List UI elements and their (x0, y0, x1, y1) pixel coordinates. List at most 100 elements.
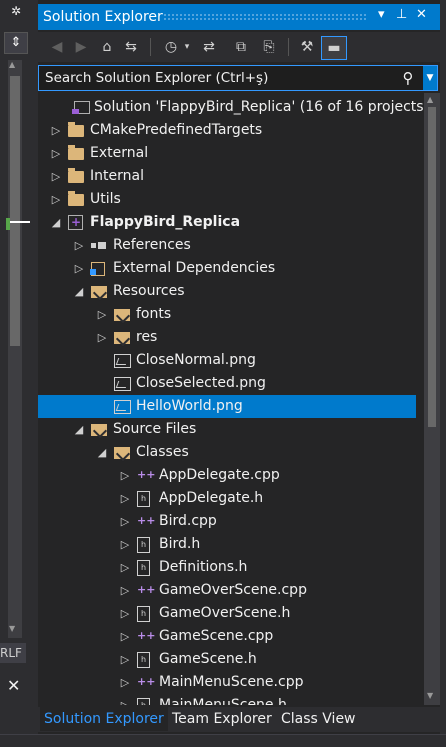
tab-solution-explorer[interactable]: Solution Explorer (40, 707, 168, 731)
left-scroll-down-icon[interactable]: ▼ (9, 624, 15, 633)
expand-arrow-icon[interactable]: ▷ (119, 602, 131, 625)
tree-item[interactable]: ▷ h Definitions.h (38, 556, 416, 579)
panel-titlebar[interactable]: Solution Explorer ▾ ⊥ ✕ (38, 4, 440, 30)
tree-item[interactable]: ▷ ++ GameOverScene.cpp (38, 579, 416, 602)
header-file-icon: h (137, 652, 150, 668)
collapse-arrow-icon[interactable]: ◢ (73, 418, 85, 441)
scroll-down-icon[interactable]: ▼ (427, 691, 433, 700)
tree-item[interactable]: ▷ h MainMenuScene.h (38, 694, 416, 705)
tree-item[interactable]: ▷ ++ Bird.cpp (38, 510, 416, 533)
expand-arrow-icon[interactable]: ▷ (119, 464, 131, 487)
wrench-icon[interactable]: ⚒ (296, 36, 318, 58)
expand-arrow-icon[interactable]: ▷ (119, 556, 131, 579)
tree-item[interactable]: CloseSelected.png (38, 372, 416, 395)
back-icon[interactable]: ◀ (46, 36, 68, 58)
switch-views-icon[interactable]: ⇆ (120, 36, 142, 58)
tree-item[interactable]: ▷ References (38, 234, 416, 257)
expand-arrow-icon[interactable]: ▷ (119, 671, 131, 694)
expand-arrow-icon[interactable]: ▷ (50, 188, 62, 211)
tree-item[interactable]: ▷ ++ GameScene.cpp (38, 625, 416, 648)
tree-item[interactable]: ▷ External (38, 142, 416, 165)
tree-scrollbar-thumb[interactable] (428, 107, 436, 427)
tree-item[interactable]: ▷ External Dependencies (38, 257, 416, 280)
line-ending-indicator[interactable]: RLF (0, 643, 26, 663)
expand-arrow-icon[interactable]: ▷ (50, 165, 62, 188)
tree-item[interactable]: ◢ Resources (38, 280, 416, 303)
scroll-up-icon[interactable]: ▲ (427, 95, 433, 104)
header-file-icon: h (137, 537, 150, 553)
tree-item[interactable]: ▷ h Bird.h (38, 533, 416, 556)
close-icon[interactable]: ✕ (7, 676, 20, 695)
header-file-icon: h (137, 698, 150, 705)
collapse-arrow-icon[interactable]: ◢ (96, 441, 108, 464)
drag-grip[interactable] (163, 13, 368, 21)
expand-arrow-icon[interactable]: ▷ (96, 326, 108, 349)
tree-item[interactable]: ▷ ++ AppDelegate.cpp (38, 464, 416, 487)
tree-item[interactable]: ▷ res (38, 326, 416, 349)
tree-item[interactable]: ▷ Utils (38, 188, 416, 211)
tree-item[interactable]: ◢ Classes (38, 441, 416, 464)
left-scroll-up-icon[interactable]: ▲ (9, 60, 15, 69)
image-file-icon (114, 377, 131, 391)
expand-arrow-icon[interactable]: ▷ (50, 119, 62, 142)
tree-item[interactable]: CloseNormal.png (38, 349, 416, 372)
tree-scrollbar[interactable]: ▲ ▼ (424, 93, 440, 705)
collapse-arrow-icon[interactable]: ◢ (73, 280, 85, 303)
collapse-all-icon[interactable]: ⧉ (230, 36, 252, 58)
tab-class-view[interactable]: Class View (277, 707, 360, 731)
expand-arrow-icon[interactable]: ▷ (73, 234, 85, 257)
search-input[interactable] (39, 66, 405, 90)
pending-changes-filter-icon[interactable]: ◷ (160, 36, 182, 58)
tree-item[interactable]: ▷ h GameScene.h (38, 648, 416, 671)
tree-item[interactable]: Solution 'FlappyBird_Replica' (16 of 16 … (38, 96, 424, 119)
expand-arrow-icon[interactable]: ▷ (119, 694, 131, 705)
show-all-files-icon[interactable]: ⎘ (258, 36, 280, 58)
close-panel-icon[interactable]: ✕ (416, 7, 427, 22)
left-scrollbar-thumb[interactable] (10, 76, 20, 346)
filter-folder-icon (91, 286, 107, 298)
tab-team-explorer[interactable]: Team Explorer (168, 707, 276, 731)
expand-arrow-icon[interactable]: ▷ (50, 142, 62, 165)
home-icon[interactable]: ⌂ (96, 36, 118, 58)
tree-item[interactable]: ▷ ++ MainMenuScene.cpp (38, 671, 416, 694)
expand-arrow-icon[interactable]: ▷ (119, 533, 131, 556)
tree-item[interactable]: ◢ Source Files (38, 418, 416, 441)
header-file-icon: h (137, 491, 150, 507)
solution-tree: Solution 'FlappyBird_Replica' (16 of 16 … (38, 93, 424, 705)
search-icon[interactable]: ⚲ (399, 67, 417, 89)
project-icon (68, 211, 83, 234)
tree-item[interactable]: ▷ h GameOverScene.h (38, 602, 416, 625)
window-position-dropdown-icon[interactable]: ▾ (378, 7, 385, 22)
tree-item-label: res (136, 329, 158, 345)
tree-item[interactable]: ▷ CMakePredefinedTargets (38, 119, 416, 142)
tree-item-label: HelloWorld.png (136, 398, 243, 414)
chevron-down-icon[interactable]: ▾ (182, 36, 192, 58)
expand-arrow-icon[interactable]: ▷ (119, 487, 131, 510)
tree-item[interactable]: ▷ h AppDelegate.h (38, 487, 416, 510)
tree-item[interactable]: ◢ FlappyBird_Replica (38, 211, 416, 234)
expand-arrow-icon[interactable]: ▷ (119, 625, 131, 648)
filter-folder-icon (114, 447, 130, 459)
expand-arrow-icon[interactable]: ▷ (119, 579, 131, 602)
auto-hide-pin-icon[interactable]: ⊥ (396, 7, 407, 22)
gear-icon[interactable]: ✲ (11, 4, 21, 18)
search-options-dropdown-icon[interactable]: ▼ (423, 66, 437, 90)
expand-arrow-icon[interactable]: ▷ (96, 303, 108, 326)
tree-item-label: GameOverScene.h (159, 605, 291, 621)
tree-item[interactable]: ▷ fonts (38, 303, 416, 326)
expand-arrow-icon[interactable]: ▷ (119, 510, 131, 533)
cpp-file-icon: ++ (137, 675, 156, 688)
tree-item[interactable]: HelloWorld.png (38, 395, 416, 418)
cpp-file-icon: ++ (137, 583, 156, 596)
collapse-arrow-icon[interactable]: ◢ (50, 211, 62, 234)
forward-icon[interactable]: ▶ (70, 36, 92, 58)
preview-selected-icon[interactable]: ▬ (321, 36, 347, 60)
expand-arrow-icon[interactable]: ▷ (119, 648, 131, 671)
sync-icon[interactable]: ⇄ (198, 36, 220, 58)
tree-item[interactable]: ▷ Internal (38, 165, 416, 188)
image-file-icon (114, 400, 131, 414)
scroll-marker (8, 221, 30, 223)
filter-folder-icon (91, 424, 107, 436)
expand-arrow-icon[interactable]: ▷ (73, 257, 85, 280)
pin-toggle-button[interactable]: ⇕ (4, 32, 28, 54)
